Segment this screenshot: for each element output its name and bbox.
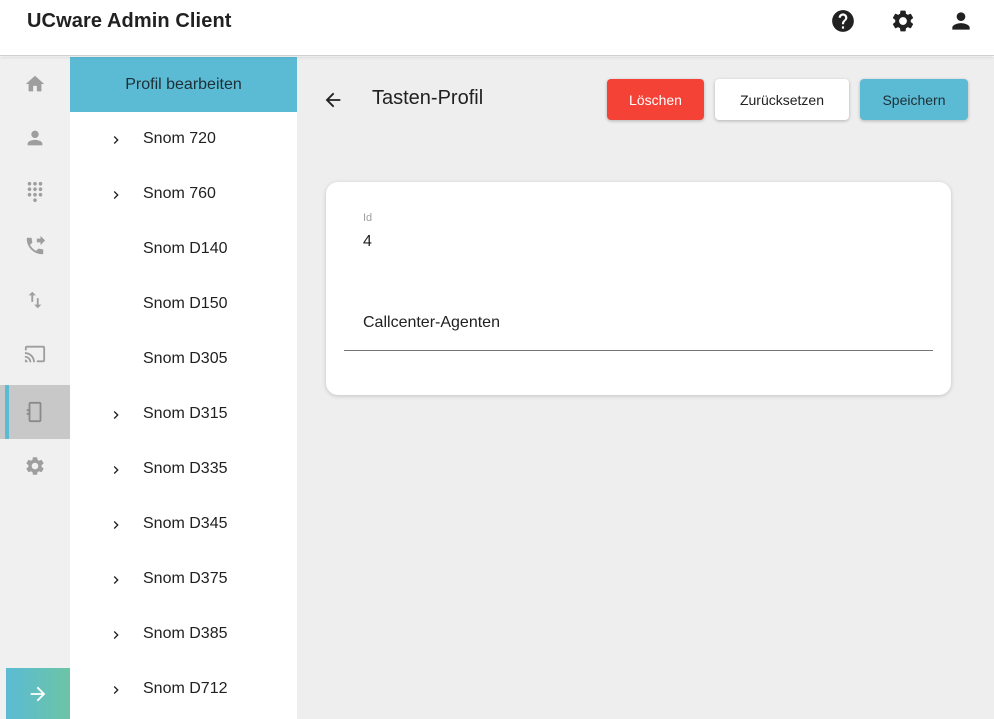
tree-item-snom-d315[interactable]: Snom D315	[70, 395, 297, 435]
id-field-label: Id	[363, 212, 373, 224]
reset-button[interactable]: Zurücksetzen	[715, 79, 849, 120]
tree-item-label: Snom D140	[143, 240, 228, 257]
rail-cast[interactable]	[0, 327, 70, 381]
app-title: UCware Admin Client	[27, 10, 232, 32]
save-button[interactable]: Speichern	[860, 79, 968, 120]
tree-item-snom-760[interactable]: Snom 760	[70, 175, 297, 215]
profile-tree: Profil bearbeiten Snom 720 Snom 760 Snom…	[70, 57, 297, 719]
tree-item-snom-d140[interactable]: Snom D140	[70, 230, 297, 270]
tree-item-snom-d375[interactable]: Snom D375	[70, 560, 297, 600]
help-icon[interactable]	[830, 8, 856, 34]
arrow-right-icon	[30, 686, 46, 701]
tree-item-label: Snom D712	[143, 680, 228, 697]
phone-device-icon	[26, 401, 42, 423]
rail-transfer[interactable]	[0, 273, 70, 327]
profile-form-card: Id 4 Callcenter-Agenten	[326, 182, 951, 395]
back-arrow-icon[interactable]	[322, 89, 344, 111]
tree-item-snom-d150[interactable]: Snom D150	[70, 285, 297, 325]
chevron-right-icon[interactable]	[108, 627, 124, 643]
rail-settings[interactable]	[0, 439, 70, 493]
cast-icon	[24, 345, 46, 363]
rail-call-forward[interactable]	[0, 219, 70, 273]
tree-item-label: Snom 720	[143, 130, 216, 147]
rail-home[interactable]	[0, 57, 70, 111]
rail-expand-button[interactable]	[6, 668, 70, 719]
tree-item-snom-d385[interactable]: Snom D385	[70, 615, 297, 655]
toolbar: Tasten-Profil Löschen Zurücksetzen Speic…	[297, 57, 994, 153]
chevron-right-icon[interactable]	[108, 572, 124, 588]
name-input-underline	[344, 350, 933, 351]
tree-item-label: Snom D375	[143, 570, 228, 587]
rail-dialpad[interactable]	[0, 165, 70, 219]
tree-item-label: Snom D315	[143, 405, 228, 422]
chevron-right-icon[interactable]	[108, 462, 124, 478]
chevron-right-icon[interactable]	[108, 517, 124, 533]
tree-item-snom-d345[interactable]: Snom D345	[70, 505, 297, 545]
settings-icon[interactable]	[890, 8, 916, 34]
account-icon[interactable]	[948, 8, 974, 34]
dialpad-icon	[27, 181, 43, 203]
chevron-right-icon[interactable]	[108, 132, 124, 148]
tree-item-snom-720[interactable]: Snom 720	[70, 120, 297, 160]
tree-item-label: Snom D335	[143, 460, 228, 477]
swap-vertical-icon	[28, 291, 42, 309]
main-content: Tasten-Profil Löschen Zurücksetzen Speic…	[297, 57, 994, 719]
home-icon	[25, 75, 45, 92]
id-field-value: 4	[363, 233, 372, 250]
user-icon	[27, 130, 43, 146]
chevron-right-icon[interactable]	[108, 407, 124, 423]
tree-item-label: Snom D385	[143, 625, 228, 642]
chevron-right-icon[interactable]	[108, 187, 124, 203]
rail-users[interactable]	[0, 111, 70, 165]
tree-item-label: Snom D345	[143, 515, 228, 532]
page-title: Tasten-Profil	[372, 87, 484, 109]
name-input[interactable]: Callcenter-Agenten	[363, 314, 500, 332]
tree-item-snom-d712[interactable]: Snom D712	[70, 670, 297, 710]
tree-item-snom-d335[interactable]: Snom D335	[70, 450, 297, 490]
settings-icon	[26, 457, 44, 475]
call-forward-icon	[26, 235, 46, 255]
delete-button[interactable]: Löschen	[607, 79, 704, 120]
rail-device-profiles[interactable]	[0, 385, 70, 439]
tree-item-snom-d305[interactable]: Snom D305	[70, 340, 297, 380]
tree-item-label: Snom D305	[143, 350, 228, 367]
tree-item-label: Snom D150	[143, 295, 228, 312]
tree-item-label: Snom 760	[143, 185, 216, 202]
chevron-right-icon[interactable]	[108, 682, 124, 698]
nav-rail	[0, 57, 70, 719]
tree-header: Profil bearbeiten	[70, 57, 297, 112]
app-header: UCware Admin Client	[0, 0, 994, 56]
